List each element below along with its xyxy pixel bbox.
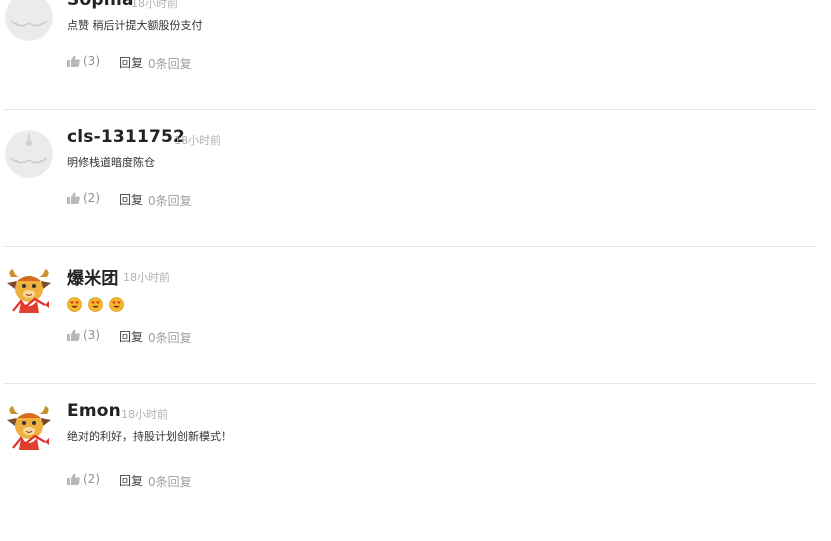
timestamp: 18小时前 [174, 134, 221, 147]
avatar[interactable] [5, 267, 53, 315]
reply-button[interactable]: 回复 [119, 54, 143, 71]
heart-eyes-emoji-icon [88, 297, 103, 312]
heart-eyes-emoji-icon [109, 297, 124, 312]
reply-count[interactable]: 0条回复 [148, 55, 192, 72]
thumbs-up-icon[interactable] [67, 473, 80, 485]
default-avatar-icon [5, 130, 53, 178]
thumbs-up-icon[interactable] [67, 55, 80, 67]
divider [4, 383, 816, 384]
comment-item: Sophia 18小时前 点赞 稍后计提大额股份支付 (3) 回复 0条回复 [0, 0, 831, 130]
divider [4, 109, 816, 110]
username[interactable]: 爆米团 [67, 264, 119, 289]
timestamp: 18小时前 [121, 408, 168, 421]
like-count: (3) [83, 328, 100, 342]
timestamp: 18小时前 [131, 0, 178, 10]
reply-button[interactable]: 回复 [119, 328, 143, 345]
username[interactable]: cls-1311752 [67, 127, 185, 147]
username[interactable]: Emon [67, 401, 121, 421]
comment-text: 点赞 稍后计提大额股份支付 [67, 19, 203, 32]
like-count: (3) [83, 54, 100, 68]
like-count: (2) [83, 472, 100, 486]
comment-item: Emon 18小时前 绝对的利好，持股计划创新模式！ (2) 回复 0条回复 [0, 401, 831, 541]
thumbs-up-icon[interactable] [67, 329, 80, 341]
divider [4, 246, 816, 247]
thumbs-up-icon[interactable] [67, 192, 80, 204]
avatar[interactable] [5, 130, 53, 178]
reply-count[interactable]: 0条回复 [148, 329, 192, 346]
default-avatar-icon [5, 0, 53, 41]
avatar[interactable] [5, 0, 53, 41]
bull-mascot-icon [5, 404, 53, 452]
reply-count[interactable]: 0条回复 [148, 473, 192, 490]
bull-mascot-icon [5, 267, 53, 315]
comment-text: 绝对的利好，持股计划创新模式！ [67, 430, 232, 443]
avatar[interactable] [5, 404, 53, 452]
reply-count[interactable]: 0条回复 [148, 192, 192, 209]
like-count: (2) [83, 191, 100, 205]
timestamp: 18小时前 [123, 271, 170, 284]
comment-text: 明修栈道暗度陈仓 [67, 156, 155, 169]
heart-eyes-emoji-icon [67, 297, 82, 312]
reply-button[interactable]: 回复 [119, 472, 143, 489]
comment-emojis [67, 297, 130, 312]
username[interactable]: Sophia [67, 0, 134, 10]
reply-button[interactable]: 回复 [119, 191, 143, 208]
